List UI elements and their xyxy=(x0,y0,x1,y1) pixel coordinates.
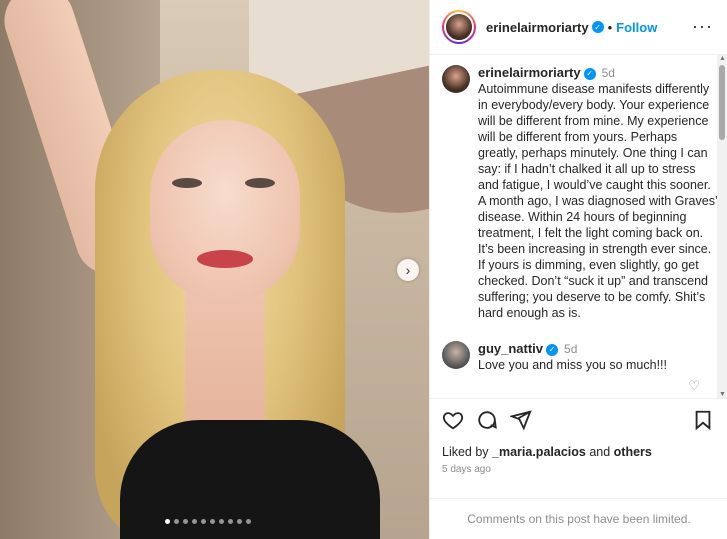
carousel-dot xyxy=(183,519,188,524)
next-slide-button[interactable]: › xyxy=(397,259,419,281)
carousel-dot xyxy=(219,519,224,524)
heart-icon[interactable] xyxy=(442,409,464,431)
more-icon[interactable]: ··· xyxy=(692,16,713,37)
likes-summary: Liked by _maria.palacios and others xyxy=(442,445,716,459)
follow-button[interactable]: Follow xyxy=(616,20,657,35)
liked-by-user[interactable]: _maria.palacios xyxy=(492,445,586,459)
comments-scrollbar[interactable]: ▲ ▼ xyxy=(717,55,727,398)
scroll-up-icon[interactable]: ▲ xyxy=(719,55,726,62)
scroll-down-icon[interactable]: ▼ xyxy=(719,391,726,398)
share-icon[interactable] xyxy=(510,409,532,431)
photo-neck xyxy=(185,290,265,430)
likes-and: and xyxy=(585,445,614,459)
comment-time: 5d xyxy=(564,342,578,356)
likes-prefix: Liked by xyxy=(442,445,493,459)
carousel-dot xyxy=(201,519,206,524)
caption-avatar[interactable] xyxy=(442,65,470,93)
photo-eye-left xyxy=(172,178,202,188)
comments-limited-notice: Comments on this post have been limited. xyxy=(430,498,727,539)
carousel-dot xyxy=(228,519,233,524)
carousel-dots xyxy=(165,519,251,524)
carousel-dot xyxy=(210,519,215,524)
caption: erinelairmoriarty ✓ 5d Autoimmune disease … xyxy=(442,65,717,321)
post-media[interactable]: › xyxy=(0,0,429,539)
carousel-dot xyxy=(237,519,242,524)
caption-username[interactable]: erinelairmoriarty xyxy=(478,65,581,80)
carousel-dot xyxy=(165,519,170,524)
comment-item: guy_nattiv ✓ 5d Love you and miss you so m… xyxy=(442,341,712,373)
verified-icon: ✓ xyxy=(591,21,604,33)
header-separator: • xyxy=(607,19,613,35)
photo-face xyxy=(150,120,300,300)
photo-eye-right xyxy=(245,178,275,188)
next-arrow-icon: › xyxy=(405,262,411,278)
carousel-dot xyxy=(192,519,197,524)
comment-icon[interactable] xyxy=(476,409,498,431)
commenter-username[interactable]: guy_nattiv xyxy=(478,341,543,356)
caption-text: Autoimmune disease manifests differently… xyxy=(478,82,718,320)
post-header: erinelairmoriarty ✓ • Follow ··· xyxy=(430,0,727,55)
carousel-dot xyxy=(246,519,251,524)
commenter-avatar[interactable] xyxy=(442,341,470,369)
author-avatar[interactable] xyxy=(442,10,476,44)
author-username[interactable]: erinelairmoriarty xyxy=(486,20,589,35)
comment-like-icon[interactable]: ♡ xyxy=(688,378,700,394)
comment-text: Love you and miss you so much!!! xyxy=(478,358,667,372)
post-time[interactable]: 5 days ago xyxy=(442,464,716,475)
photo-lips xyxy=(197,250,253,268)
liked-by-others[interactable]: others xyxy=(614,445,652,459)
comments-section: erinelairmoriarty ✓ 5d Autoimmune disease … xyxy=(430,55,727,398)
verified-icon: ✓ xyxy=(583,67,596,80)
carousel-dot xyxy=(174,519,179,524)
caption-time: 5d xyxy=(601,66,615,80)
verified-icon: ✓ xyxy=(546,343,559,356)
post-sidebar: erinelairmoriarty ✓ • Follow ··· erinela… xyxy=(429,0,727,539)
post-actions: Liked by _maria.palacios and others 5 da… xyxy=(430,398,727,498)
bookmark-icon[interactable] xyxy=(692,409,714,431)
scrollbar-thumb[interactable] xyxy=(719,65,725,140)
